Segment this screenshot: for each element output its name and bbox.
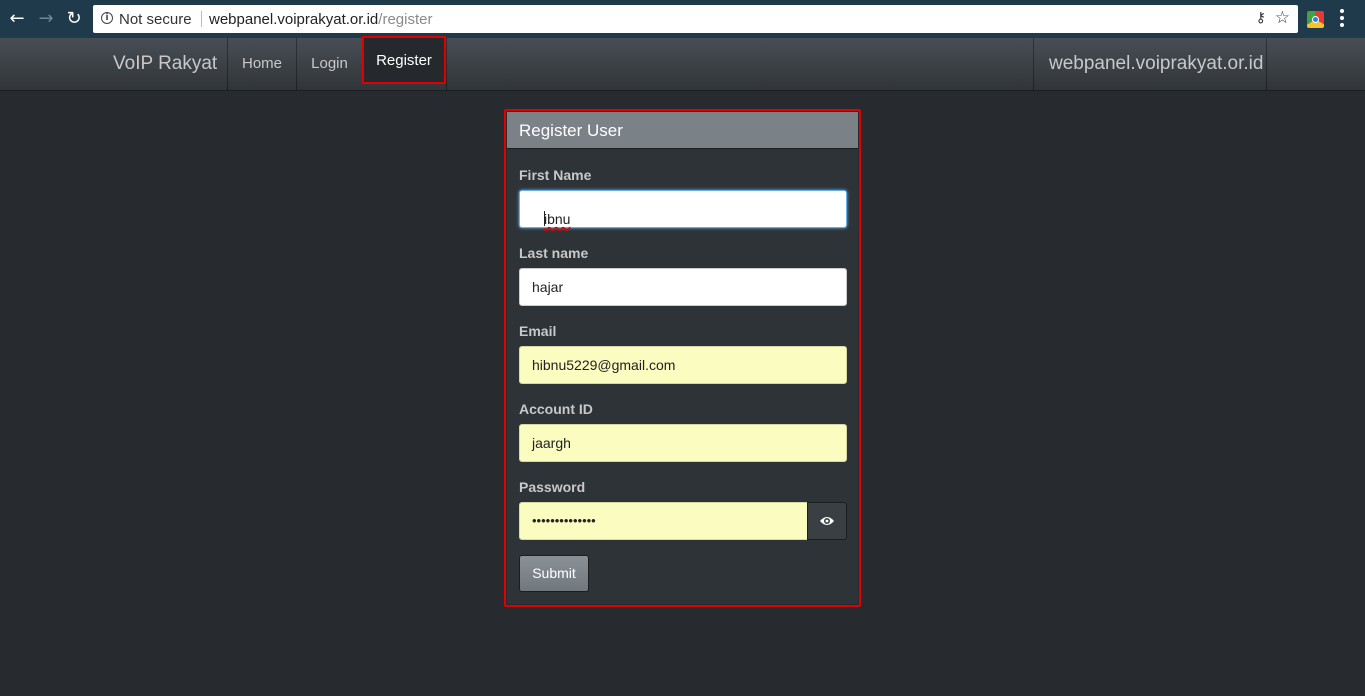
url-host: webpanel.voiprakyat.or.id: [209, 11, 379, 28]
url-path: /register: [378, 11, 433, 28]
security-label: Not secure: [119, 11, 192, 28]
brand-link[interactable]: VoIP Rakyat: [113, 53, 217, 75]
account-id-label: Account ID: [519, 401, 593, 417]
last-name-input[interactable]: hajar: [519, 268, 847, 306]
last-name-value: hajar: [532, 279, 564, 295]
browser-menu-icon[interactable]: [1340, 9, 1344, 29]
email-input[interactable]: hibnu5229@gmail.com: [519, 346, 847, 384]
card-header: Register User: [507, 112, 858, 149]
nav-register[interactable]: Register: [362, 36, 446, 84]
submit-button[interactable]: Submit: [519, 555, 589, 592]
last-name-label: Last name: [519, 245, 589, 261]
first-name-label: First Name: [519, 167, 592, 183]
extension-icon[interactable]: [1307, 11, 1324, 28]
key-icon[interactable]: ⚷: [1256, 10, 1266, 26]
nav-divider: [446, 38, 447, 90]
bookmark-star-icon[interactable]: ☆: [1275, 8, 1290, 28]
reload-icon[interactable]: ↻: [63, 8, 85, 30]
account-id-value: jaargh: [532, 435, 571, 451]
first-name-value: ibnu: [544, 211, 571, 227]
text-cursor: [544, 211, 545, 226]
nav-login[interactable]: Login: [296, 38, 362, 90]
address-bar[interactable]: i Not secure webpanel.voiprakyat.or.id/r…: [93, 5, 1298, 33]
info-icon[interactable]: i: [101, 12, 113, 24]
url-text[interactable]: webpanel.voiprakyat.or.id/register: [209, 11, 432, 28]
account-id-input[interactable]: jaargh: [519, 424, 847, 462]
first-name-input[interactable]: ibnu: [519, 190, 847, 228]
browser-toolbar: ← → ↻ i Not secure webpanel.voiprakyat.o…: [0, 0, 1365, 38]
email-label: Email: [519, 323, 557, 339]
nav-home[interactable]: Home: [227, 38, 296, 90]
email-value: hibnu5229@gmail.com: [532, 357, 676, 373]
site-name-text: webpanel.voiprakyat.or.id: [1049, 53, 1264, 74]
register-card: Register User First Name ibnu Last name …: [507, 112, 858, 604]
password-input[interactable]: ••••••••••••••: [519, 502, 808, 540]
address-separator: [201, 11, 202, 27]
eye-icon: [820, 517, 834, 525]
password-value: ••••••••••••••: [532, 513, 596, 528]
show-password-button[interactable]: [807, 502, 847, 540]
forward-arrow-icon[interactable]: →: [35, 8, 57, 30]
site-navbar: VoIP Rakyat Home Login Register webpanel…: [0, 36, 1365, 91]
card-title: Register User: [519, 121, 623, 140]
password-label: Password: [519, 479, 586, 495]
back-arrow-icon[interactable]: ←: [6, 8, 28, 30]
site-name-link[interactable]: webpanel.voiprakyat.or.id: [1033, 38, 1267, 90]
